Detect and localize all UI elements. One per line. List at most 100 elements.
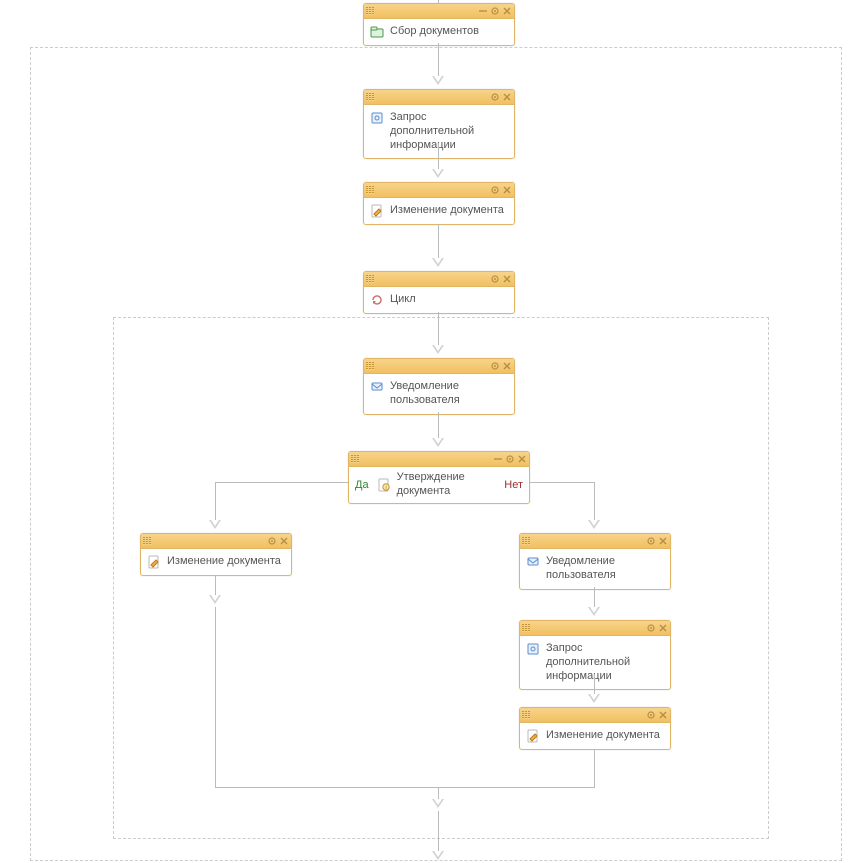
arrowhead-down-icon — [432, 799, 444, 808]
node-titlebar[interactable] — [520, 534, 670, 549]
connector — [594, 482, 595, 520]
node-label: Запрос дополнительной информации — [546, 642, 664, 683]
drag-handle-icon[interactable] — [522, 537, 530, 545]
arrowhead-down-icon — [432, 851, 444, 860]
gear-icon[interactable] — [490, 6, 500, 16]
notify-icon — [526, 555, 540, 569]
close-icon[interactable] — [502, 92, 512, 102]
close-icon[interactable] — [658, 536, 668, 546]
info-request-icon — [370, 111, 384, 125]
drag-handle-icon[interactable] — [143, 537, 151, 545]
arrowhead-down-icon — [432, 345, 444, 354]
drag-handle-icon[interactable] — [366, 275, 374, 283]
gear-icon[interactable] — [267, 536, 277, 546]
node-label: Уведомление пользователя — [546, 555, 664, 583]
node-titlebar[interactable] — [364, 272, 514, 287]
workflow-canvas: Сбор документов Запрос дополнительной ин… — [0, 0, 866, 863]
connector — [438, 143, 439, 169]
connector — [594, 674, 595, 694]
drag-handle-icon[interactable] — [522, 711, 530, 719]
gear-icon[interactable] — [646, 710, 656, 720]
node-change-document-3[interactable]: Изменение документа — [519, 707, 671, 750]
arrowhead-down-icon — [588, 694, 600, 703]
connector — [215, 607, 216, 787]
drag-handle-icon[interactable] — [366, 362, 374, 370]
node-label: Изменение документа — [167, 555, 281, 569]
drag-handle-icon[interactable] — [522, 624, 530, 632]
gear-icon[interactable] — [490, 274, 500, 284]
info-request-icon — [526, 642, 540, 656]
branch-no-label: Нет — [504, 479, 523, 491]
close-icon[interactable] — [658, 710, 668, 720]
close-icon[interactable] — [502, 185, 512, 195]
node-change-document-2[interactable]: Изменение документа — [140, 533, 292, 576]
node-approve-document[interactable]: Да i Утверждение документа Нет — [348, 451, 530, 504]
node-titlebar[interactable] — [520, 708, 670, 723]
connector — [530, 482, 594, 483]
cycle-icon — [370, 293, 384, 307]
connector — [438, 811, 439, 851]
gear-icon[interactable] — [646, 623, 656, 633]
node-titlebar[interactable] — [349, 452, 529, 467]
minimize-icon[interactable] — [493, 454, 503, 464]
node-collect-documents[interactable]: Сбор документов — [363, 3, 515, 46]
close-icon[interactable] — [502, 274, 512, 284]
edit-document-icon — [147, 555, 161, 569]
gear-icon[interactable] — [490, 185, 500, 195]
node-request-info-1[interactable]: Запрос дополнительной информации — [363, 89, 515, 159]
gear-icon[interactable] — [505, 454, 515, 464]
connector — [594, 749, 595, 787]
branch-yes-label: Да — [355, 479, 369, 491]
minimize-icon[interactable] — [478, 6, 488, 16]
node-label: Уведомление пользователя — [390, 380, 508, 408]
gear-icon[interactable] — [490, 361, 500, 371]
arrowhead-down-icon — [209, 520, 221, 529]
connector — [438, 312, 439, 345]
gear-icon[interactable] — [490, 92, 500, 102]
close-icon[interactable] — [517, 454, 527, 464]
connector — [438, 412, 439, 438]
node-cycle[interactable]: Цикл — [363, 271, 515, 314]
node-titlebar[interactable] — [364, 359, 514, 374]
connector — [438, 224, 439, 258]
connector — [215, 787, 439, 788]
close-icon[interactable] — [502, 6, 512, 16]
drag-handle-icon[interactable] — [366, 7, 374, 15]
folder-icon — [370, 25, 384, 39]
edit-document-icon — [526, 729, 540, 743]
gear-icon[interactable] — [646, 536, 656, 546]
close-icon[interactable] — [502, 361, 512, 371]
approve-icon: i — [377, 478, 391, 492]
notify-icon — [370, 380, 384, 394]
connector — [439, 787, 595, 788]
connector — [594, 587, 595, 607]
drag-handle-icon[interactable] — [366, 186, 374, 194]
close-icon[interactable] — [279, 536, 289, 546]
node-titlebar[interactable] — [364, 183, 514, 198]
svg-text:i: i — [385, 485, 386, 491]
arrowhead-down-icon — [432, 438, 444, 447]
node-notify-user-1[interactable]: Уведомление пользователя — [363, 358, 515, 415]
node-titlebar[interactable] — [520, 621, 670, 636]
arrowhead-down-icon — [588, 607, 600, 616]
arrowhead-down-icon — [432, 258, 444, 267]
node-request-info-2[interactable]: Запрос дополнительной информации — [519, 620, 671, 690]
drag-handle-icon[interactable] — [351, 455, 359, 463]
node-change-document-1[interactable]: Изменение документа — [363, 182, 515, 225]
arrowhead-down-icon — [432, 76, 444, 85]
arrowhead-down-icon — [209, 595, 221, 604]
edit-document-icon — [370, 204, 384, 218]
arrowhead-down-icon — [588, 520, 600, 529]
connector — [215, 575, 216, 595]
node-label: Изменение документа — [390, 204, 504, 218]
node-label: Утверждение документа — [397, 471, 497, 499]
node-titlebar[interactable] — [364, 90, 514, 105]
arrowhead-down-icon — [432, 169, 444, 178]
drag-handle-icon[interactable] — [366, 93, 374, 101]
node-titlebar[interactable] — [364, 4, 514, 19]
connector — [215, 482, 348, 483]
close-icon[interactable] — [658, 623, 668, 633]
connector — [215, 482, 216, 520]
node-notify-user-2[interactable]: Уведомление пользователя — [519, 533, 671, 590]
node-titlebar[interactable] — [141, 534, 291, 549]
